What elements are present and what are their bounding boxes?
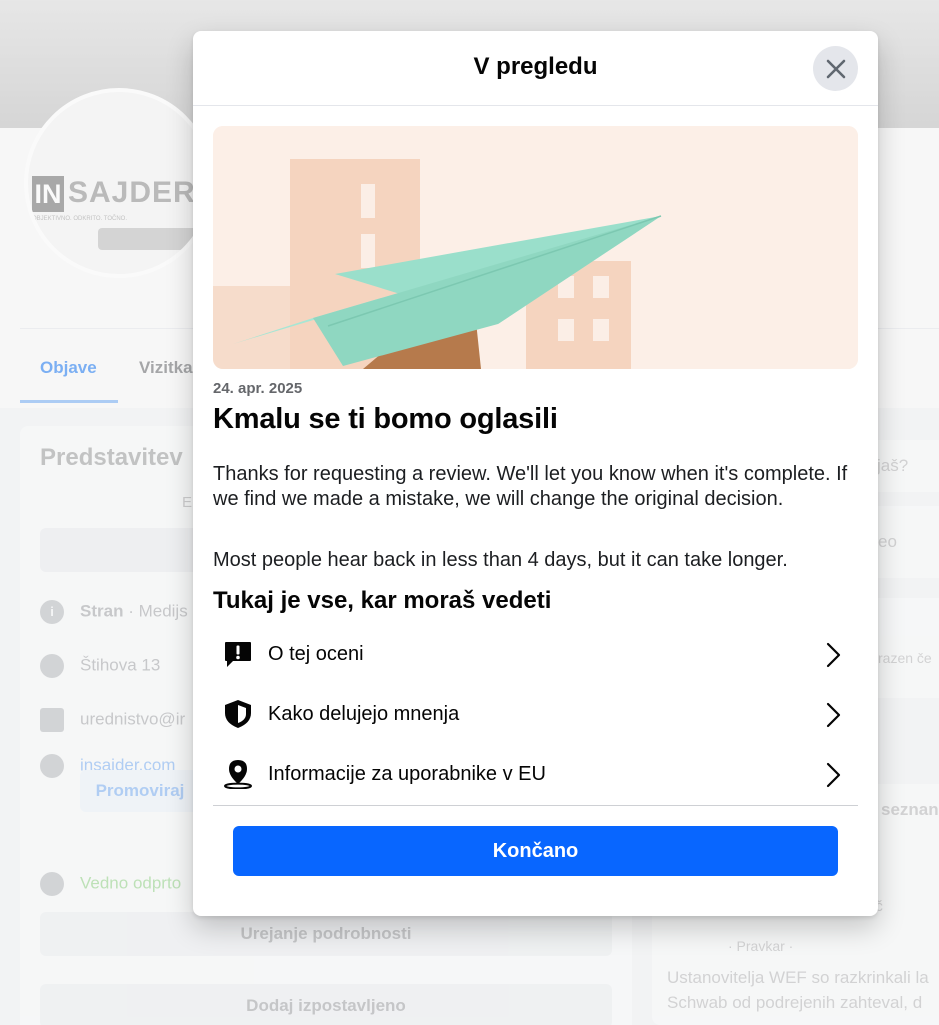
how-reviews-work-item[interactable]: Kako delujejo mnenja xyxy=(213,685,858,745)
chevron-right-icon xyxy=(826,762,841,788)
dialog-headline: Kmalu se ti bomo oglasili xyxy=(213,403,558,435)
close-button[interactable] xyxy=(813,46,858,91)
close-icon xyxy=(826,59,845,78)
dialog-title: V pregledu xyxy=(473,53,598,80)
chevron-right-icon xyxy=(826,702,841,728)
review-explanation: Thanks for requesting a review. We'll le… xyxy=(213,463,848,510)
hero-illustration xyxy=(213,126,858,369)
section-title: Tukaj je vse, kar moraš vedeti xyxy=(213,587,552,614)
location-pin-icon xyxy=(224,760,252,789)
footer-divider xyxy=(213,805,858,806)
item-label: O tej oceni xyxy=(268,643,364,665)
review-date: 24. apr. 2025 xyxy=(213,380,303,397)
alert-message-icon xyxy=(225,642,251,667)
shield-icon xyxy=(225,700,251,728)
review-status-dialog: V pregledu 24. apr. 2025 Kmalu se ti bom… xyxy=(193,31,878,916)
item-label: Kako delujejo mnenja xyxy=(268,703,460,725)
eu-users-info-item[interactable]: Informacije za uporabnike v EU xyxy=(213,745,858,805)
paper-plane-illustration xyxy=(213,126,858,369)
dialog-header: V pregledu xyxy=(193,31,878,106)
item-label: Informacije za uporabnike v EU xyxy=(268,763,546,785)
about-this-rating-item[interactable]: O tej oceni xyxy=(213,625,858,685)
chevron-right-icon xyxy=(826,642,841,668)
review-timing-note: Most people hear back in less than 4 day… xyxy=(213,549,788,571)
done-button[interactable]: Končano xyxy=(233,826,838,876)
